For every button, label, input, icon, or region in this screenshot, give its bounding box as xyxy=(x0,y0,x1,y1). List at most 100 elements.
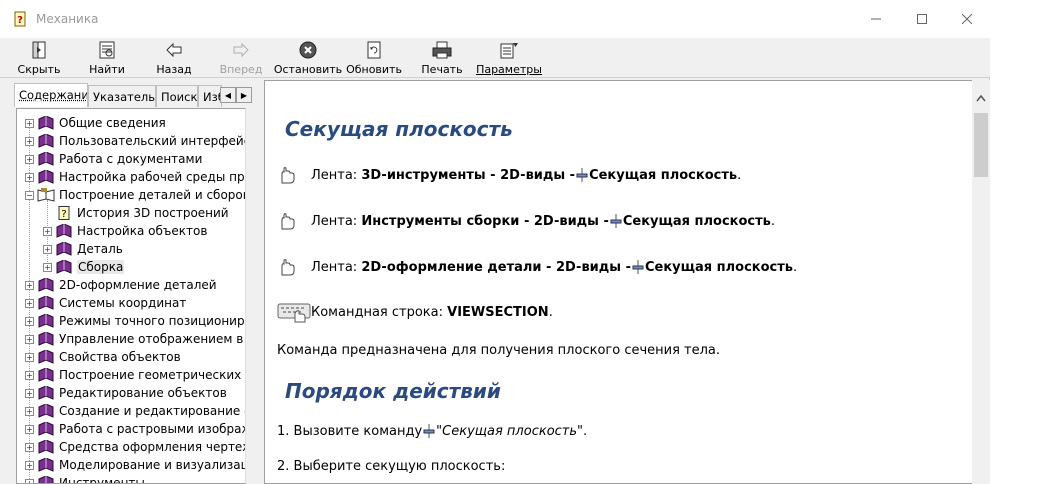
tab-scroll-right-button[interactable]: ▶ xyxy=(236,87,252,103)
tree-item[interactable]: + Общие сведения xyxy=(25,114,166,132)
stop-icon xyxy=(297,40,319,60)
minimize-button[interactable] xyxy=(853,0,899,38)
section-plane-icon xyxy=(423,424,435,438)
tree-item[interactable]: + Моделирование и визуализация xyxy=(25,456,245,474)
back-button[interactable]: Назад xyxy=(152,38,196,78)
tab-contents-label: Содержание xyxy=(19,88,87,102)
tree-item[interactable]: ? История 3D построений xyxy=(43,204,229,222)
expand-icon[interactable]: + xyxy=(43,244,52,254)
tree-item[interactable]: + Деталь xyxy=(43,240,123,258)
contents-tree[interactable]: + Общие сведения + Пользовательский интерфе… xyxy=(16,108,246,484)
ribbon-line-2-prefix: Лента: xyxy=(311,213,358,229)
tab-search[interactable]: Поиск xyxy=(156,85,198,107)
expand-icon[interactable]: + xyxy=(25,370,34,380)
svg-text:?: ? xyxy=(17,15,23,26)
expand-icon[interactable]: + xyxy=(25,154,34,164)
tree-item-label: Настройка рабочей среды программы xyxy=(59,170,245,184)
ribbon-line-2: Лента: Инструменты сборки - 2D-виды - Се… xyxy=(277,211,775,231)
expand-icon[interactable]: + xyxy=(25,334,34,344)
expand-icon[interactable]: + xyxy=(25,352,34,362)
expand-icon[interactable]: + xyxy=(43,262,52,272)
step-2-text: 2. Выберите секущую плоскость: xyxy=(277,459,506,474)
tree-item[interactable]: + Инструменты xyxy=(25,474,145,483)
expand-icon[interactable]: + xyxy=(25,442,34,452)
expand-icon[interactable]: + xyxy=(25,406,34,416)
tree-item-label: Средства оформления чертежей xyxy=(59,440,245,454)
expand-icon[interactable]: + xyxy=(25,172,34,182)
open-book-icon xyxy=(37,188,59,202)
ribbon-hand-icon xyxy=(281,259,295,276)
tree-item[interactable]: +2D-оформление деталей xyxy=(25,276,217,294)
find-button[interactable]: Найти xyxy=(84,38,130,78)
tree-item[interactable]: + Создание и редактирование слоев xyxy=(25,402,245,420)
tree-item-label: 2D-оформление деталей xyxy=(59,278,217,292)
scroll-up-button[interactable] xyxy=(972,90,990,106)
expand-icon[interactable]: + xyxy=(25,298,34,308)
help-page-icon: ? xyxy=(55,206,77,220)
forward-button[interactable]: Вперед xyxy=(218,38,264,78)
tree-item[interactable]: + Средства оформления чертежей xyxy=(25,438,245,456)
ribbon-line-3: Лента: 2D-оформление детали - 2D-виды - … xyxy=(277,257,797,277)
tab-favorites[interactable]: Избранное xyxy=(198,85,222,107)
expand-icon[interactable]: + xyxy=(25,424,34,434)
ribbon-line-3-suffix: . xyxy=(793,259,798,275)
ribbon-hand-icon xyxy=(281,167,295,184)
tree-item[interactable]: + Пользовательский интерфейс программы xyxy=(25,132,245,150)
tree-item-label: Создание и редактирование слоев xyxy=(59,404,245,418)
step-1-prefix: 1. Вызовите команду xyxy=(277,423,423,439)
tree-item[interactable]: + Работа с документами xyxy=(25,150,202,168)
print-button[interactable]: Печать xyxy=(420,38,464,78)
stop-button[interactable]: Остановить xyxy=(274,38,342,78)
expand-icon[interactable]: + xyxy=(25,478,34,483)
book-icon xyxy=(37,278,59,292)
section-plane-icon xyxy=(610,214,622,228)
window-title: Механика xyxy=(36,12,99,26)
ribbon-line-3-command: Секущая плоскость xyxy=(644,259,793,275)
help-app-icon: ? xyxy=(14,11,26,27)
tree-item[interactable]: + Настройка рабочей среды программы xyxy=(25,168,245,186)
tree-item[interactable]: + Редактирование объектов xyxy=(25,384,227,402)
svg-text:?: ? xyxy=(61,209,66,220)
tree-item-label: Деталь xyxy=(77,242,123,256)
tree-item[interactable]: + Свойства объектов xyxy=(25,348,181,366)
expand-icon[interactable]: + xyxy=(25,118,34,128)
expand-icon[interactable]: + xyxy=(43,226,52,236)
chevron-left-icon: ◀ xyxy=(224,90,232,100)
tree-item[interactable]: + Системы координат xyxy=(25,294,186,312)
expand-icon[interactable]: + xyxy=(25,136,34,146)
tab-scroll-left-button[interactable]: ◀ xyxy=(220,87,236,103)
book-icon xyxy=(37,440,59,454)
tab-contents[interactable]: Содержание xyxy=(14,83,88,107)
maximize-button[interactable] xyxy=(899,0,945,38)
tree-item[interactable]: + Построение геометрических объектов xyxy=(25,366,245,384)
expand-icon[interactable]: + xyxy=(25,316,34,326)
expand-icon[interactable]: + xyxy=(25,460,34,470)
book-icon xyxy=(37,314,59,328)
tree-item[interactable]: + Настройка объектов xyxy=(43,222,207,240)
collapse-icon[interactable]: − xyxy=(25,190,34,200)
tree-item-label: Управление отображением в графической зо… xyxy=(59,332,245,346)
desktop-background xyxy=(990,0,1054,484)
refresh-label: Обновить xyxy=(346,63,402,76)
hide-button[interactable]: Скрыть xyxy=(14,38,64,78)
tab-index-label: Указатель xyxy=(93,90,156,104)
tree-item[interactable]: + Работа с растровыми изображениями xyxy=(25,420,245,438)
tree-item[interactable]: + Сборка xyxy=(43,258,125,276)
options-button[interactable]: Параметры xyxy=(476,38,542,78)
expand-icon[interactable]: + xyxy=(25,280,34,290)
ribbon-line-1-command: Секущая плоскость xyxy=(589,167,738,183)
tab-index[interactable]: Указатель xyxy=(88,85,156,107)
expand-icon[interactable]: + xyxy=(25,388,34,398)
book-icon xyxy=(37,404,59,418)
tree-item[interactable]: + Управление отображением в графической з… xyxy=(25,330,245,348)
forward-label: Вперед xyxy=(219,63,263,76)
step-2-row: 2. Выберите секущую плоскость: xyxy=(277,459,505,474)
refresh-button[interactable]: Обновить xyxy=(346,38,402,78)
tree-item-label: Системы координат xyxy=(59,296,187,310)
tree-item[interactable]: + Режимы точного позиционирования xyxy=(25,312,245,330)
close-button[interactable] xyxy=(944,0,990,38)
command-line-prefix: Командная строка: xyxy=(311,304,443,320)
content-scrollbar[interactable] xyxy=(972,80,990,484)
scroll-thumb[interactable] xyxy=(974,113,988,177)
tree-item[interactable]: − Построение деталей и сборок xyxy=(25,186,245,204)
